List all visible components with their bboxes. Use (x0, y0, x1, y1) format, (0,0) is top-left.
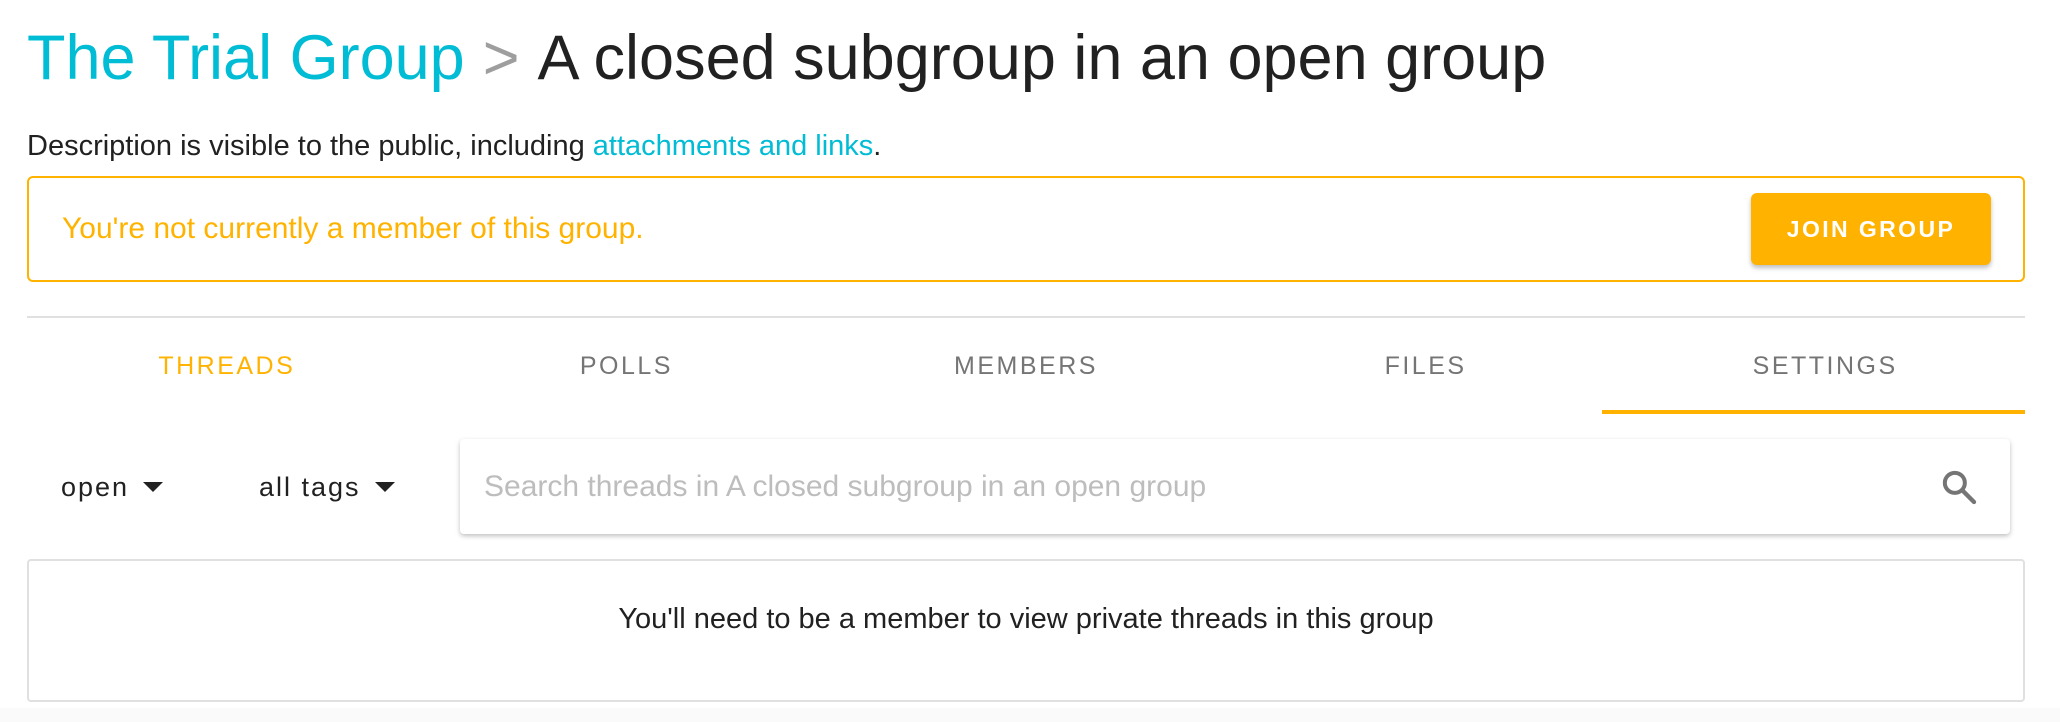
description-text: Description is visible to the public, in… (27, 130, 593, 162)
breadcrumb-separator: > (482, 23, 520, 93)
tab-polls[interactable]: POLLS (427, 318, 827, 414)
tags-filter-dropdown[interactable]: all tags (259, 462, 395, 512)
tags-filter-label: all tags (259, 471, 361, 502)
tab-indicator (1602, 410, 2025, 414)
membership-notice: You're not currently a member of this gr… (27, 176, 2025, 282)
description-suffix: . (873, 130, 882, 162)
tab-files[interactable]: FILES (1226, 318, 1626, 414)
status-filter-label: open (61, 471, 130, 502)
breadcrumb: The Trial Group > A closed subgroup in a… (27, 18, 1546, 98)
caret-down-icon (143, 482, 164, 492)
page-title: A closed subgroup in an open group (537, 23, 1547, 93)
description-link[interactable]: attachments and links (593, 130, 873, 162)
threads-empty-state: You'll need to be a member to view priva… (27, 559, 2025, 702)
status-filter-dropdown[interactable]: open (61, 462, 164, 512)
breadcrumb-parent-link[interactable]: The Trial Group (27, 18, 465, 98)
caret-down-icon (374, 482, 395, 492)
search-box (460, 439, 2010, 534)
tab-bar: THREADS POLLS MEMBERS FILES SETTINGS (27, 318, 2025, 414)
empty-state-message: You'll need to be a member to view priva… (618, 603, 1434, 635)
tab-threads[interactable]: THREADS (27, 318, 427, 414)
tab-members[interactable]: MEMBERS (826, 318, 1226, 414)
search-input[interactable] (460, 439, 1934, 534)
group-description: Description is visible to the public, in… (27, 128, 881, 164)
membership-notice-text: You're not currently a member of this gr… (62, 212, 644, 245)
page: The Trial Group > A closed subgroup in a… (0, 0, 2060, 708)
search-icon[interactable] (1934, 462, 1984, 512)
tab-settings[interactable]: SETTINGS (1625, 318, 2025, 414)
join-group-button[interactable]: JOIN GROUP (1751, 193, 1991, 265)
